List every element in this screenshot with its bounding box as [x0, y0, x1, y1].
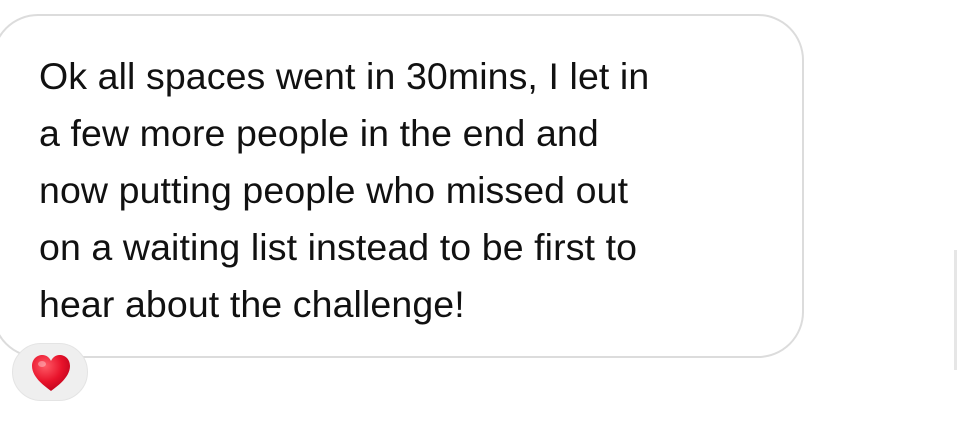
message-line: now putting people who missed out	[39, 169, 629, 211]
message-text: Ok all spaces went in 30mins, I let in a…	[39, 48, 649, 333]
message-line: hear about the challenge!	[39, 283, 465, 325]
reaction-badge[interactable]	[12, 343, 88, 401]
message-line: a few more people in the end and	[39, 112, 599, 154]
message-line: on a waiting list instead to be first to	[39, 226, 638, 268]
heart-icon	[32, 355, 70, 391]
message-line: Ok all spaces went in 30mins, I let in	[39, 55, 650, 97]
